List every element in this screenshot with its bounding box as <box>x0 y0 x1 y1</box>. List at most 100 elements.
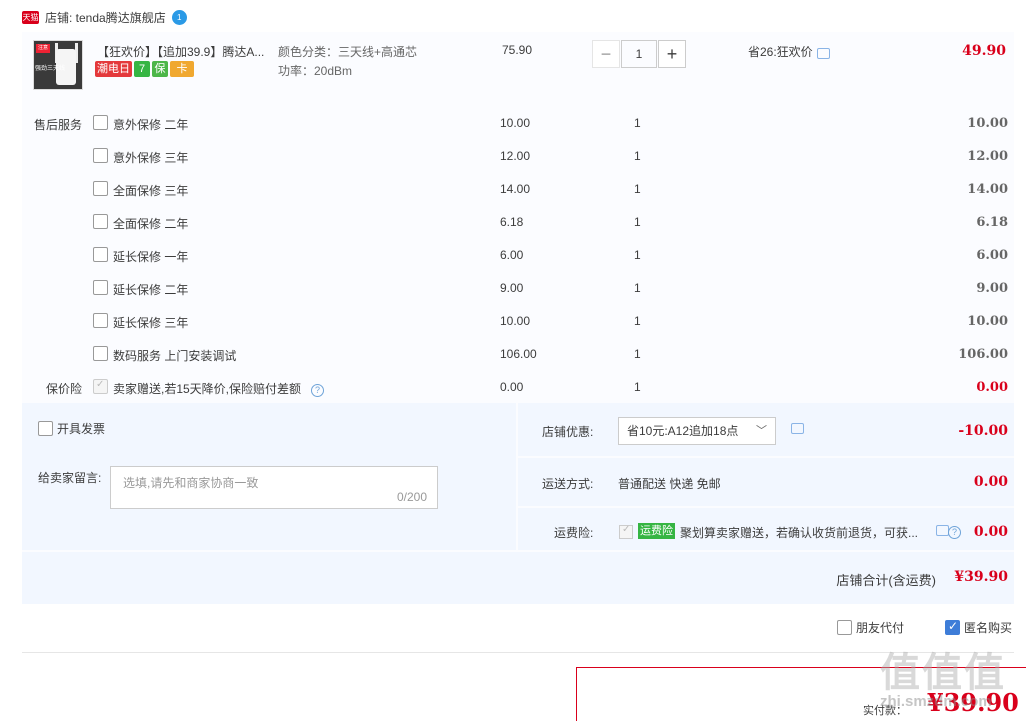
service-row: 全面保修 二年 6.18 1 6.18 <box>22 206 1014 239</box>
friend-pay-checkbox[interactable] <box>837 620 852 635</box>
qty-plus-button[interactable]: + <box>658 40 686 68</box>
sku-info: 颜色分类：三天线+高通芯 功率：20dBm <box>278 43 417 81</box>
freight-ins-badge: 运费险 <box>638 523 675 539</box>
qty-minus-button[interactable]: − <box>592 40 620 68</box>
delivery-panel: 店铺优惠: 省10元:A12追加18点 ﹀ -10.00 运送方式: 普通配送 … <box>518 403 1014 550</box>
watermark-logo: 值值值 <box>880 651 1006 695</box>
service-row: 延长保修 一年 6.00 1 6.00 <box>22 239 1014 272</box>
service-checkbox[interactable] <box>93 115 108 130</box>
service-amount: 10.00 <box>967 116 1008 131</box>
anonymous-checkbox[interactable] <box>945 619 960 635</box>
tag-guarantee-icon[interactable]: 保 <box>152 61 168 77</box>
service-amount: 9.00 <box>976 281 1008 296</box>
product-title-link[interactable]: 【狂欢价】【追加39.9】腾达A... <box>97 43 264 60</box>
service-amount: 14.00 <box>967 182 1008 197</box>
service-row: 延长保修 三年 10.00 1 10.00 <box>22 305 1014 338</box>
shipping-row: 运送方式: 普通配送 快递 免邮 0.00 <box>518 458 1014 506</box>
service-price: 6.00 <box>500 248 524 262</box>
invoice-checkbox[interactable] <box>38 421 53 436</box>
tag-chaodian[interactable]: 潮电日 <box>95 61 132 77</box>
service-price: 6.18 <box>500 215 524 229</box>
message-count: 0/200 <box>396 490 427 504</box>
service-qty: 1 <box>634 380 641 394</box>
qty-input[interactable]: 1 <box>621 40 657 68</box>
shop-total-row: 店铺合计(含运费) ¥39.90 <box>22 552 1014 604</box>
service-price: 12.00 <box>500 149 531 163</box>
service-name: 延长保修 二年 <box>113 283 189 297</box>
message-placeholder: 选填,请先和商家协商一致 <box>123 476 259 490</box>
price-protect-name: 卖家赠送,若15天降价,保险赔付差额? <box>113 380 325 397</box>
shop-name-link[interactable]: 店铺: tenda腾达旗舰店 <box>45 9 166 26</box>
product-thumbnail[interactable]: 注意 强劲三天线 <box>33 40 83 90</box>
friend-pay-option[interactable]: 朋友代付 <box>837 619 904 636</box>
service-name: 意外保修 三年 <box>113 151 189 165</box>
anonymous-option[interactable]: 匿名购买 <box>945 619 1012 636</box>
tmall-badge: 天猫 <box>22 10 39 24</box>
service-checkbox[interactable] <box>93 346 108 361</box>
help-icon[interactable]: ? <box>311 384 325 397</box>
service-qty: 1 <box>634 215 641 229</box>
service-name: 全面保修 三年 <box>113 184 189 198</box>
comment-icon[interactable] <box>791 423 804 434</box>
service-checkbox[interactable] <box>93 280 108 295</box>
freight-ins-label: 运费险: <box>554 526 594 540</box>
service-checkbox[interactable] <box>93 148 108 163</box>
service-name: 意外保修 二年 <box>113 118 189 132</box>
service-name: 延长保修 一年 <box>113 250 189 264</box>
quantity-stepper: − 1 + <box>592 40 686 68</box>
shipping-method: 普通配送 快递 免邮 <box>618 477 721 491</box>
friend-pay-label: 朋友代付 <box>856 621 905 635</box>
service-qty: 1 <box>634 149 641 163</box>
service-qty: 1 <box>634 347 641 361</box>
sku-power: 功率：20dBm <box>278 64 353 78</box>
divider <box>22 652 1014 653</box>
tag-7day-icon[interactable]: 7 <box>134 61 150 77</box>
service-row: 售后服务 意外保修 二年 10.00 1 10.00 <box>22 107 1014 140</box>
service-price: 10.00 <box>500 116 531 130</box>
service-qty: 1 <box>634 248 641 262</box>
price-protect-checkbox <box>93 379 108 394</box>
service-amount: 106.00 <box>958 347 1008 362</box>
service-name: 数码服务 上门安装调试 <box>113 349 237 363</box>
invoice-option[interactable]: 开具发票 <box>38 420 105 437</box>
comment-icon[interactable] <box>816 48 830 59</box>
thumb-tag: 注意 <box>36 44 50 53</box>
watermark-site: zhi.smzdm.com <box>880 693 992 710</box>
service-checkbox[interactable] <box>93 181 108 196</box>
freight-ins-amount: 0.00 <box>973 524 1008 540</box>
coupon-row: 店铺优惠: 省10元:A12追加18点 ﹀ -10.00 <box>518 403 1014 456</box>
tag-card-icon[interactable]: 卡 <box>170 61 194 77</box>
coupon-selected: 省10元:A12追加18点 <box>627 424 739 438</box>
wangwang-chat-icon[interactable]: 1 <box>171 9 187 25</box>
comment-icon[interactable] <box>936 525 949 536</box>
thumb-text: 强劲三天线 <box>35 66 66 72</box>
service-checkbox[interactable] <box>93 313 108 328</box>
price-protect-label: 保价险 <box>46 382 83 396</box>
service-qty: 1 <box>634 281 641 295</box>
service-checkbox[interactable] <box>93 214 108 229</box>
shop-total-amount: ¥39.90 <box>954 569 1008 585</box>
seller-message-input[interactable]: 选填,请先和商家协商一致 0/200 <box>110 466 438 509</box>
service-amount: 10.00 <box>967 314 1008 329</box>
service-row: 全面保修 三年 14.00 1 14.00 <box>22 173 1014 206</box>
service-amount: 12.00 <box>967 149 1008 164</box>
freight-ins-checkbox <box>619 524 633 539</box>
service-name: 延长保修 三年 <box>113 316 189 330</box>
help-icon[interactable]: ? <box>948 526 961 539</box>
unit-price: 75.90 <box>502 43 533 57</box>
service-amount: 6.00 <box>976 248 1008 263</box>
sku-color: 颜色分类：三天线+高通芯 <box>278 45 418 59</box>
service-qty: 1 <box>634 182 641 196</box>
service-price: 106.00 <box>500 347 537 361</box>
coupon-select[interactable]: 省10元:A12追加18点 ﹀ <box>618 417 776 445</box>
service-amount: 0.00 <box>976 380 1008 395</box>
service-checkbox[interactable] <box>93 247 108 262</box>
anonymous-label: 匿名购买 <box>964 621 1013 635</box>
promo-text: 省26:狂欢价 <box>748 45 813 59</box>
service-row: 延长保修 二年 9.00 1 9.00 <box>22 272 1014 305</box>
service-row: 数码服务 上门安装调试 106.00 1 106.00 <box>22 338 1014 371</box>
service-qty: 1 <box>634 314 641 328</box>
item-subtotal: 49.90 <box>962 43 1006 59</box>
chevron-down-icon: ﹀ <box>756 425 767 437</box>
coupon-amount: -10.00 <box>958 423 1008 439</box>
